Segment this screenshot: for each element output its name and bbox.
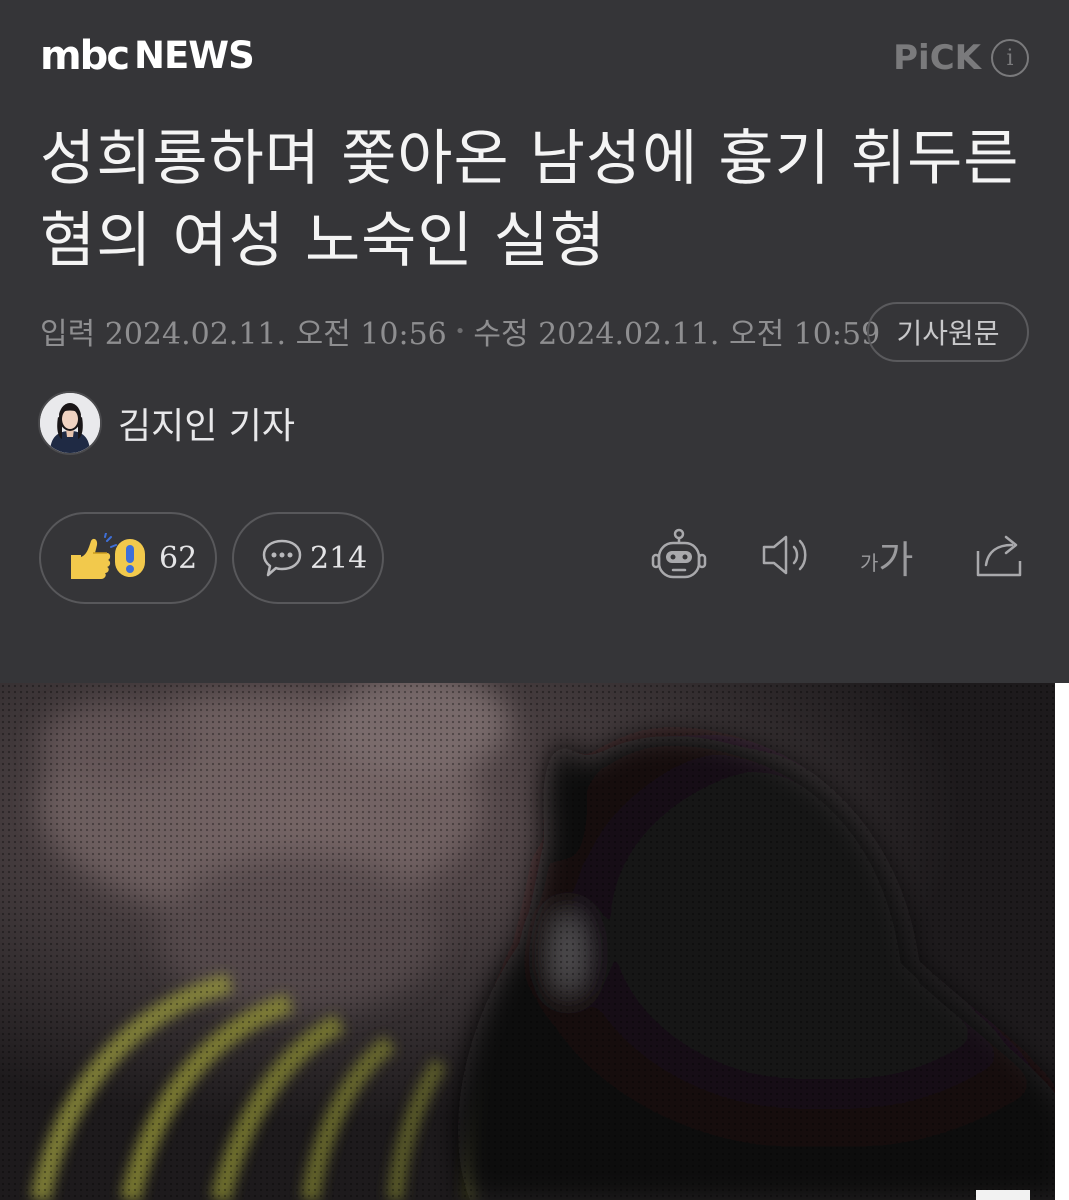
- published-date: 입력 2024.02.11. 오전 10:56: [40, 317, 447, 352]
- reporter-avatar[interactable]: [38, 391, 102, 455]
- original-article-button[interactable]: 기사원문: [867, 302, 1029, 362]
- photo-corner-badge: [976, 1190, 1030, 1200]
- reporter-info[interactable]: 김지인 기자: [38, 391, 295, 455]
- article-photo: [0, 683, 1069, 1200]
- audio-button[interactable]: [756, 525, 816, 585]
- speaker-icon: [762, 535, 807, 575]
- article-title: 성희롱하며 쫓아온 남성에 흉기 휘두른 혐의 여성 노숙인 실형: [40, 124, 1020, 276]
- info-icon[interactable]: i: [991, 39, 1029, 77]
- modified-date: 수정 2024.02.11. 오전 10:59: [473, 317, 881, 352]
- comments-count: 214: [310, 540, 368, 576]
- speech-bubble-icon: [260, 537, 304, 579]
- pick-label: PiCK: [893, 38, 981, 78]
- reporter-name[interactable]: 김지인 기자: [118, 397, 295, 449]
- mbc-news-logo[interactable]: mbc NEWS: [40, 33, 255, 79]
- article-header: mbc NEWS PiCK i 성희롱하며 쫓아온 남성에 흉기 휘두른 혐의 …: [0, 0, 1069, 683]
- font-size-small-label: 가: [860, 551, 879, 575]
- meta-separator: •: [454, 320, 466, 342]
- ai-summary-button[interactable]: [649, 525, 709, 585]
- share-button[interactable]: [970, 525, 1030, 585]
- article-timestamps: 입력 2024.02.11. 오전 10:56 • 수정 2024.02.11.…: [40, 308, 880, 354]
- logo-mbc-text: mbc: [40, 33, 130, 79]
- comments-button[interactable]: 214: [232, 512, 384, 604]
- share-icon: [976, 535, 1022, 577]
- font-size-large-label: 가: [878, 538, 914, 582]
- logo-news-text: NEWS: [134, 34, 255, 77]
- reactions-count: 62: [159, 540, 198, 576]
- robot-icon: [651, 528, 707, 579]
- pick-badge[interactable]: PiCK i: [893, 38, 1029, 78]
- reactions-button[interactable]: 62: [39, 512, 217, 604]
- thumbs-up-and-exclamation-icon: [67, 533, 151, 583]
- font-size-button[interactable]: 가 가: [860, 528, 913, 584]
